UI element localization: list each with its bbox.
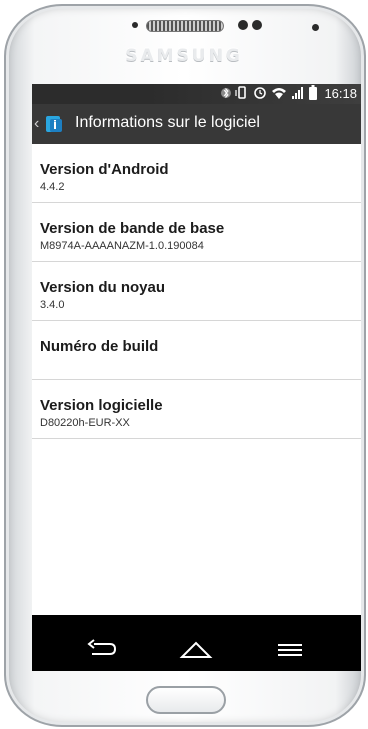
notification-led: [312, 24, 319, 31]
battery-icon: [309, 85, 317, 103]
settings-list: Version d'Android 4.4.2 Version de bande…: [32, 144, 361, 615]
back-icon[interactable]: [84, 637, 120, 661]
brand-logo: SAMSUNG: [125, 46, 243, 66]
proximity-sensor: [132, 22, 138, 28]
sensor-dot: [252, 20, 262, 30]
status-bar: 16:18: [32, 84, 361, 104]
vibrate-icon: [235, 85, 249, 103]
up-navigation-icon[interactable]: ‹: [34, 115, 39, 133]
item-title: Version d'Android: [40, 161, 169, 178]
settings-app-icon[interactable]: [44, 114, 64, 134]
alarm-icon: [253, 86, 267, 103]
list-item[interactable]: Version du noyau 3.4.0: [32, 262, 361, 321]
menu-icon[interactable]: [272, 637, 308, 661]
list-item[interactable]: Version de bande de base M8974A-AAAANAZM…: [32, 203, 361, 262]
signal-icon: [291, 86, 305, 103]
navigation-bar: [32, 627, 361, 671]
status-time: 16:18: [324, 86, 357, 101]
item-title: Version de bande de base: [40, 220, 225, 237]
item-value: 3.4.0: [40, 299, 65, 311]
list-item[interactable]: Version logicielle D80220h-EUR-XX: [32, 380, 361, 439]
hardware-home-button[interactable]: [146, 686, 226, 714]
home-icon[interactable]: [178, 637, 214, 661]
front-camera: [238, 20, 248, 30]
page-title: Informations sur le logiciel: [75, 114, 260, 131]
item-value: D80220h-EUR-XX: [40, 417, 130, 429]
earpiece-speaker: [146, 20, 224, 32]
list-item[interactable]: Version d'Android 4.4.2: [32, 144, 361, 203]
status-icons: [221, 85, 317, 103]
item-title: Version du noyau: [40, 279, 166, 296]
bluetooth-icon: [221, 86, 231, 103]
wifi-icon: [271, 86, 287, 103]
item-value: M8974A-AAAANAZM-1.0.190084: [40, 240, 204, 252]
list-item[interactable]: Numéro de build: [32, 321, 361, 380]
item-title: Numéro de build: [40, 338, 159, 355]
item-title: Version logicielle: [40, 397, 163, 414]
screen: 16:18 ‹ Informations sur le logiciel Ver…: [32, 84, 361, 671]
action-bar: ‹ Informations sur le logiciel: [32, 104, 361, 144]
item-value: 4.4.2: [40, 181, 65, 193]
